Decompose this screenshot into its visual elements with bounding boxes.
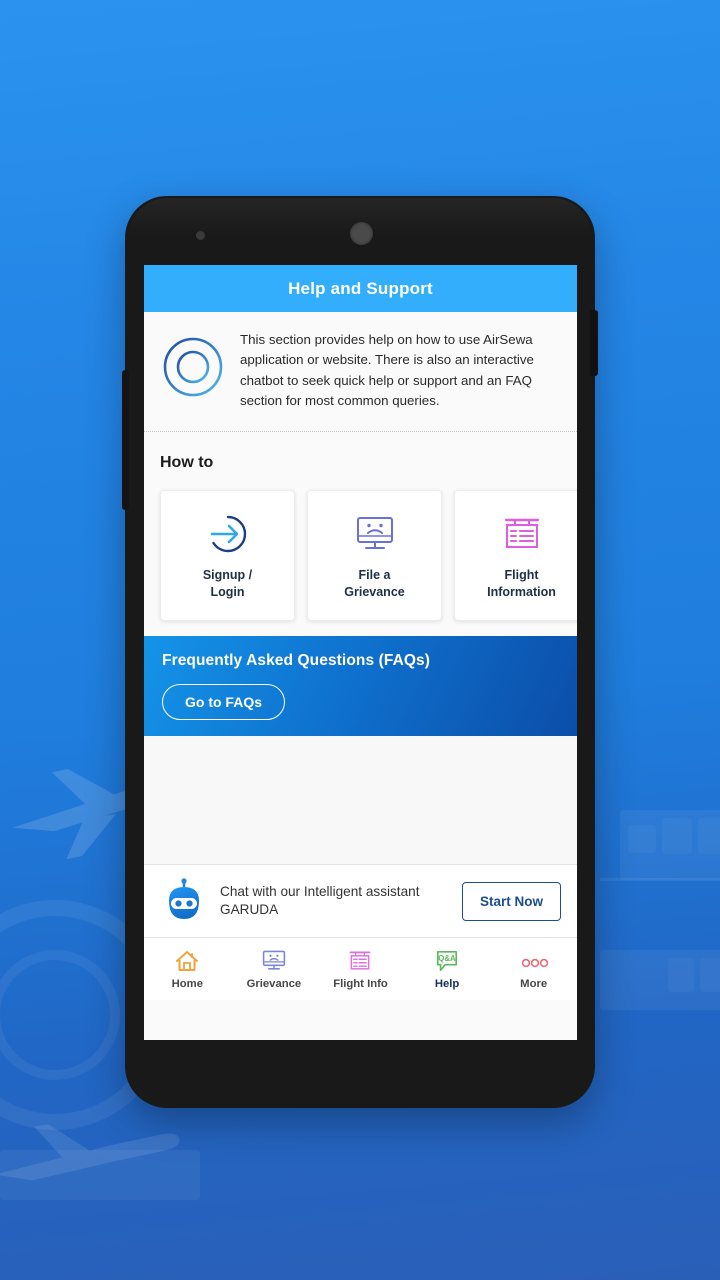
svg-text:Q&A: Q&A xyxy=(438,954,456,963)
chatbot-banner: Chat with our Intelligent assistant GARU… xyxy=(144,864,577,939)
card-label-line2: Grievance xyxy=(344,584,405,599)
terminal-building-decoration xyxy=(620,810,720,880)
flight-board-icon xyxy=(500,511,544,557)
power-button[interactable] xyxy=(590,310,598,376)
runway-decoration xyxy=(0,1150,200,1200)
nav-label: Help xyxy=(434,977,460,990)
card-file-grievance[interactable]: File a Grievance xyxy=(307,490,442,622)
nav-item-help[interactable]: Q&A Help xyxy=(404,949,491,990)
terminal-window-decoration xyxy=(662,818,692,854)
howto-title: How to xyxy=(160,454,214,472)
nav-label: More xyxy=(520,977,548,990)
terminal-window-decoration xyxy=(700,958,720,992)
phone-screen: Help and Support This section provides h… xyxy=(144,265,577,1040)
howto-cards-row[interactable]: Signup / Login File a Grievance Flight I… xyxy=(144,472,577,623)
faq-title: Frequently Asked Questions (FAQs) xyxy=(162,652,430,670)
card-label: Flight Information xyxy=(487,567,556,602)
card-label: Signup / Login xyxy=(203,567,252,602)
card-label-line1: Signup / xyxy=(202,567,253,582)
card-label: File a Grievance xyxy=(344,567,404,602)
monitor-sad-face-icon xyxy=(353,511,397,557)
page-title: Help and Support xyxy=(288,278,433,298)
airplane-decoration-2 xyxy=(0,1124,180,1181)
home-icon xyxy=(174,949,200,973)
robot-icon xyxy=(169,878,199,920)
login-arrow-icon xyxy=(206,511,250,557)
chatbot-text: Chat with our Intelligent assistant GARU… xyxy=(220,883,450,920)
card-label-line1: Flight xyxy=(504,567,539,582)
proximity-sensor xyxy=(196,231,205,240)
content-spacer xyxy=(144,736,577,865)
terminal-window-decoration xyxy=(668,958,694,992)
nav-item-grievance[interactable]: Grievance xyxy=(231,949,318,990)
nav-item-more[interactable]: More xyxy=(490,949,577,990)
terminal-window-decoration xyxy=(698,818,720,854)
horizon-line-decoration xyxy=(600,878,720,881)
start-now-button[interactable]: Start Now xyxy=(461,881,561,921)
intro-text: This section provides help on how to use… xyxy=(240,332,534,409)
intro-section: This section provides help on how to use… xyxy=(144,312,577,433)
howto-section-header: How to xyxy=(144,432,577,473)
qa-speech-bubble-icon: Q&A xyxy=(434,949,460,973)
app-header-bar: Help and Support xyxy=(144,265,577,312)
lifebuoy-icon xyxy=(163,337,223,397)
front-camera xyxy=(350,222,373,245)
more-dots-icon xyxy=(519,949,549,973)
card-label-line2: Information xyxy=(487,584,556,599)
nav-item-flight-info[interactable]: Flight Info xyxy=(317,949,404,990)
card-signup-login[interactable]: Signup / Login xyxy=(160,490,295,622)
chatbot-text-line1: Chat with our Intelligent assistant xyxy=(220,884,420,900)
nav-label: Grievance xyxy=(246,977,302,990)
terminal-window-decoration xyxy=(628,825,656,853)
chatbot-assistant-name: GARUDA xyxy=(220,902,279,918)
card-label-line1: File a xyxy=(358,567,391,582)
card-flight-information[interactable]: Flight Information xyxy=(454,490,577,622)
faq-section: Frequently Asked Questions (FAQs) Go to … xyxy=(144,636,577,737)
nav-label: Flight Info xyxy=(333,977,388,990)
volume-button[interactable] xyxy=(122,370,129,510)
nav-label: Home xyxy=(171,977,203,990)
card-label-line2: Login xyxy=(210,584,245,599)
go-to-faqs-button[interactable]: Go to FAQs xyxy=(162,684,285,721)
flight-board-icon xyxy=(347,949,373,973)
monitor-sad-face-icon xyxy=(261,949,287,973)
bottom-navigation-bar: Home Grievance Flight Info Q&A Help More xyxy=(144,938,577,1001)
nav-item-home[interactable]: Home xyxy=(144,949,231,990)
terminal-building-decoration xyxy=(600,950,720,1010)
